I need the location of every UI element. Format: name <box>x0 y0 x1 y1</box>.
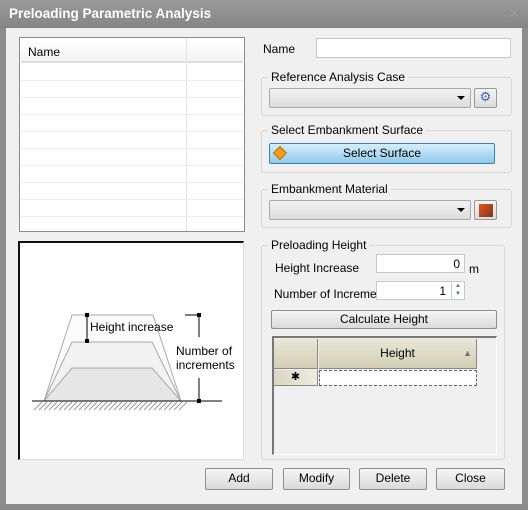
embankment-material-label: Embankment Material <box>268 182 391 196</box>
new-row-icon: ✱ <box>290 371 301 383</box>
diamond-icon <box>272 145 288 161</box>
delete-button[interactable]: Delete <box>359 468 427 490</box>
height-grid[interactable]: Height ▲ ✱ <box>272 336 497 455</box>
name-label: Name <box>263 42 296 56</box>
embankment-surface-label: Select Embankment Surface <box>268 123 427 137</box>
height-increase-input[interactable] <box>376 254 465 273</box>
calculate-height-button[interactable]: Calculate Height <box>271 310 497 329</box>
embankment-material-combo[interactable] <box>269 200 471 220</box>
new-row-header[interactable]: ✱ <box>274 370 318 386</box>
height-increase-label: Height Increase <box>275 261 360 275</box>
chevron-down-icon <box>457 208 465 212</box>
spin-down-icon[interactable]: ▼ <box>452 290 464 298</box>
analysis-settings-button[interactable]: ⚙ <box>474 88 497 108</box>
height-column-label: Height <box>380 346 415 360</box>
reference-analysis-combo[interactable] <box>269 88 471 108</box>
number-of-increment-label: Number of Increment <box>274 287 387 301</box>
unit-label: m <box>469 262 479 276</box>
grid-corner-header <box>274 339 318 369</box>
edit-material-button[interactable] <box>474 200 497 220</box>
chevron-down-icon <box>457 96 465 100</box>
add-button[interactable]: Add <box>205 468 273 490</box>
name-input[interactable] <box>316 38 511 58</box>
new-row-height-cell[interactable] <box>319 370 477 386</box>
number-of-increments-annotation-line1: Number of <box>176 344 233 358</box>
chart-settings-icon: ⚙ <box>479 89 492 104</box>
modify-button[interactable]: Modify <box>283 468 350 490</box>
select-surface-label: Select Surface <box>342 146 422 160</box>
reference-analysis-label: Reference Analysis Case <box>268 70 409 84</box>
sort-ascending-icon: ▲ <box>463 348 472 358</box>
spin-up-icon[interactable]: ▲ <box>452 282 464 290</box>
height-increase-annotation: Height increase <box>90 320 174 334</box>
close-button[interactable]: Close <box>436 468 505 490</box>
select-surface-button[interactable]: Select Surface <box>269 143 495 164</box>
number-of-increments-annotation-line2: increments <box>176 358 235 372</box>
material-edit-icon <box>479 204 493 217</box>
increment-spinner[interactable]: ▲ ▼ <box>451 282 464 299</box>
height-column-header[interactable]: Height ▲ <box>319 339 477 369</box>
preloading-height-label: Preloading Height <box>268 238 370 252</box>
